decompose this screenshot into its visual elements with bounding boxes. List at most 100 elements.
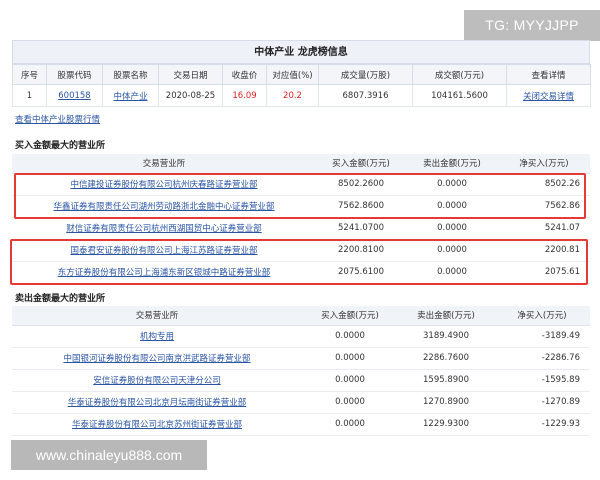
sell-amount: 3189.4900 xyxy=(398,325,494,348)
col-volume: 成交量(万股) xyxy=(318,64,413,85)
broker-link[interactable]: 财信证券有限责任公司杭州西湖国贸中心证券营业部 xyxy=(12,217,316,240)
sell-col-buy: 买入金额(万元) xyxy=(302,306,398,326)
broker-name[interactable]: 华鑫证券有限责任公司湖州劳动路浙北金融中心证券营业部 xyxy=(53,202,274,212)
net-amount: -1595.89 xyxy=(494,369,590,392)
buy-amount: 0.0000 xyxy=(302,347,398,370)
sell-col-net: 净买入(万元) xyxy=(494,306,590,326)
view-quote-link[interactable]: 查看中体产业股票行情 xyxy=(15,113,100,125)
table-row: 中信建投证券股份有限公司杭州庆春路证券营业部 8502.2600 0.0000 … xyxy=(12,173,590,196)
sell-table: 交易营业所 买入金额(万元) 卖出金额(万元) 净买入(万元) 机构专用 0.0… xyxy=(12,306,590,436)
summary-header-row: 序号 股票代码 股票名称 交易日期 收盘价 对应值(%) 成交量(万股) 成交额… xyxy=(12,64,591,85)
buy-amount: 8502.2600 xyxy=(316,173,406,196)
broker-link[interactable]: 东方证券股份有限公司上海浦东新区银城中路证券营业部 xyxy=(12,261,316,284)
buy-amount: 0.0000 xyxy=(302,391,398,414)
buy-amount: 2075.6100 xyxy=(316,261,406,284)
sell-amount: 1270.8900 xyxy=(398,391,494,414)
summary-table: 序号 股票代码 股票名称 交易日期 收盘价 对应值(%) 成交量(万股) 成交额… xyxy=(12,64,591,107)
sell-col-broker: 交易营业所 xyxy=(12,306,302,326)
trade-date: 2020-08-25 xyxy=(158,84,223,107)
net-amount: 5241.07 xyxy=(498,217,590,240)
col-value: 对应值(%) xyxy=(266,64,319,85)
broker-name[interactable]: 华泰证券股份有限公司北京苏州街证券营业部 xyxy=(72,420,242,430)
col-name: 股票名称 xyxy=(102,64,159,85)
broker-name[interactable]: 机构专用 xyxy=(140,332,174,342)
sell-amount: 2286.7600 xyxy=(398,347,494,370)
close-detail-link[interactable]: 关闭交易详情 xyxy=(523,92,574,102)
broker-name[interactable]: 安信证券股份有限公司天津分公司 xyxy=(93,376,221,386)
broker-link[interactable]: 华泰证券股份有限公司北京月坛南街证券营业部 xyxy=(12,391,302,414)
broker-link[interactable]: 中国银河证券股份有限公司南京洪武路证券营业部 xyxy=(12,347,302,370)
table-row: 东方证券股份有限公司上海浦东新区银城中路证券营业部 2075.6100 0.00… xyxy=(12,261,590,284)
broker-name[interactable]: 财信证券有限责任公司杭州西湖国贸中心证券营业部 xyxy=(66,224,262,234)
detail-link-cell[interactable]: 关闭交易详情 xyxy=(506,84,591,107)
net-amount: -2286.76 xyxy=(494,347,590,370)
change-value: 20.2 xyxy=(266,84,319,107)
col-code: 股票代码 xyxy=(46,64,103,85)
buy-section-title: 买入金额最大的营业所 xyxy=(15,141,106,151)
buy-table: 交易营业所 买入金额(万元) 卖出金额(万元) 净买入(万元) 中信建投证券股份… xyxy=(12,154,590,284)
broker-name[interactable]: 华泰证券股份有限公司北京月坛南街证券营业部 xyxy=(68,398,247,408)
watermark-bottom: www.chinaleyu888.com xyxy=(11,440,207,470)
sell-amount: 0.0000 xyxy=(406,261,498,284)
sell-col-sell: 卖出金额(万元) xyxy=(398,306,494,326)
broker-name[interactable]: 国泰君安证券股份有限公司上海江苏路证券营业部 xyxy=(70,246,257,256)
table-row: 中国银河证券股份有限公司南京洪武路证券营业部 0.0000 2286.7600 … xyxy=(12,347,590,370)
buy-amount: 7562.8600 xyxy=(316,195,406,218)
row-index: 1 xyxy=(12,84,47,107)
net-amount: -1270.89 xyxy=(494,391,590,414)
broker-link[interactable]: 机构专用 xyxy=(12,325,302,348)
col-index: 序号 xyxy=(12,64,47,85)
table-row: 国泰君安证券股份有限公司上海江苏路证券营业部 2200.8100 0.0000 … xyxy=(12,239,590,262)
net-amount: 2075.61 xyxy=(498,261,590,284)
net-amount: 8502.26 xyxy=(498,173,590,196)
buy-col-net: 净买入(万元) xyxy=(498,154,590,174)
table-row: 华泰证券股份有限公司北京苏州街证券营业部 0.0000 1229.9300 -1… xyxy=(12,413,590,436)
sell-amount: 0.0000 xyxy=(406,173,498,196)
volume: 6807.3916 xyxy=(318,84,413,107)
broker-name[interactable]: 中信建投证券股份有限公司杭州庆春路证券营业部 xyxy=(70,180,257,190)
stock-name-text[interactable]: 中体产业 xyxy=(113,92,147,102)
buy-col-buy: 买入金额(万元) xyxy=(316,154,406,174)
col-amount: 成交额(万元) xyxy=(412,64,507,85)
sell-section-title: 卖出金额最大的营业所 xyxy=(15,294,106,304)
broker-name[interactable]: 中国银河证券股份有限公司南京洪武路证券营业部 xyxy=(63,354,250,364)
buy-col-broker: 交易营业所 xyxy=(12,154,316,174)
stock-code-link[interactable]: 600158 xyxy=(46,84,103,107)
buy-amount: 0.0000 xyxy=(302,369,398,392)
buy-amount: 5241.0700 xyxy=(316,217,406,240)
buy-col-sell: 卖出金额(万元) xyxy=(406,154,498,174)
table-row: 财信证券有限责任公司杭州西湖国贸中心证券营业部 5241.0700 0.0000… xyxy=(12,217,590,240)
table-row: 安信证券股份有限公司天津分公司 0.0000 1595.8900 -1595.8… xyxy=(12,369,590,392)
net-amount: 2200.81 xyxy=(498,239,590,262)
broker-link[interactable]: 华泰证券股份有限公司北京苏州街证券营业部 xyxy=(12,413,302,436)
watermark-top: TG: MYYJJPP xyxy=(464,10,600,41)
buy-amount: 0.0000 xyxy=(302,325,398,348)
buy-amount: 2200.8100 xyxy=(316,239,406,262)
net-amount: 7562.86 xyxy=(498,195,590,218)
broker-link[interactable]: 华鑫证券有限责任公司湖州劳动路浙北金融中心证券营业部 xyxy=(12,195,316,218)
broker-name[interactable]: 东方证券股份有限公司上海浦东新区银城中路证券营业部 xyxy=(58,268,271,278)
broker-link[interactable]: 中信建投证券股份有限公司杭州庆春路证券营业部 xyxy=(12,173,316,196)
col-date: 交易日期 xyxy=(158,64,223,85)
buy-amount: 0.0000 xyxy=(302,413,398,436)
amount: 104161.5600 xyxy=(412,84,507,107)
broker-link[interactable]: 安信证券股份有限公司天津分公司 xyxy=(12,369,302,392)
sell-amount: 0.0000 xyxy=(406,217,498,240)
sell-header-row: 交易营业所 买入金额(万元) 卖出金额(万元) 净买入(万元) xyxy=(12,306,590,326)
net-amount: -1229.93 xyxy=(494,413,590,436)
broker-link[interactable]: 国泰君安证券股份有限公司上海江苏路证券营业部 xyxy=(12,239,316,262)
table-row: 华泰证券股份有限公司北京月坛南街证券营业部 0.0000 1270.8900 -… xyxy=(12,391,590,414)
sell-amount: 1595.8900 xyxy=(398,369,494,392)
table-row: 机构专用 0.0000 3189.4900 -3189.49 xyxy=(12,325,590,348)
stock-name-link[interactable]: 中体产业 xyxy=(102,84,159,107)
sell-table-wrap: 交易营业所 买入金额(万元) 卖出金额(万元) 净买入(万元) 机构专用 0.0… xyxy=(12,306,590,436)
sell-amount: 1229.9300 xyxy=(398,413,494,436)
panel-title: 中体产业 龙虎榜信息 xyxy=(12,40,590,64)
buy-header-row: 交易营业所 买入金额(万元) 卖出金额(万元) 净买入(万元) xyxy=(12,154,590,174)
stock-code-text[interactable]: 600158 xyxy=(58,91,90,101)
col-detail: 查看详情 xyxy=(506,64,591,85)
summary-row: 1 600158 中体产业 2020-08-25 16.09 20.2 6807… xyxy=(12,84,591,107)
net-amount: -3189.49 xyxy=(494,325,590,348)
lhb-summary-panel: 中体产业 龙虎榜信息 序号 股票代码 股票名称 交易日期 收盘价 对应值(%) … xyxy=(12,40,591,107)
buy-table-wrap: 交易营业所 买入金额(万元) 卖出金额(万元) 净买入(万元) 中信建投证券股份… xyxy=(12,154,590,284)
